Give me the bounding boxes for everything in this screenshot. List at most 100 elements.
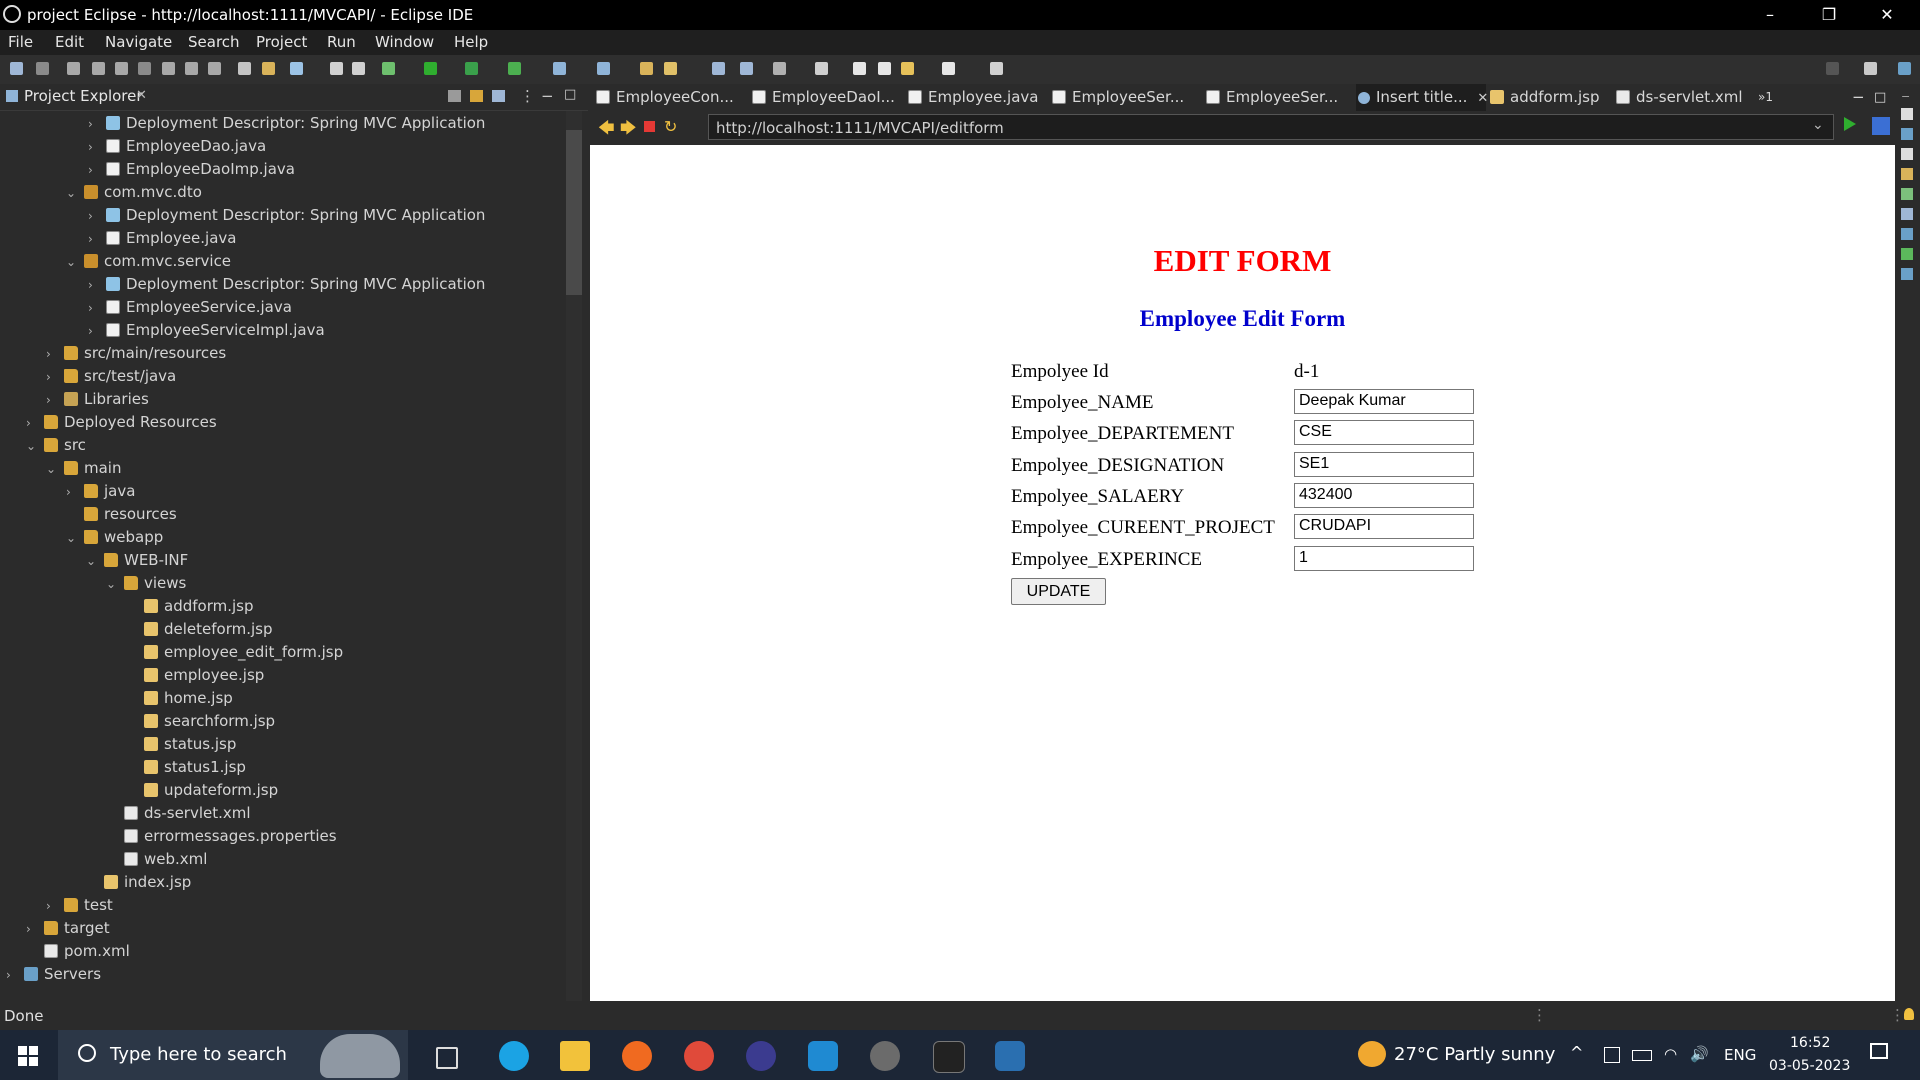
forward-arrow-icon[interactable]: 🡆 bbox=[620, 117, 637, 144]
menu-file[interactable]: File bbox=[8, 33, 33, 51]
minimize-button[interactable]: – bbox=[1747, 0, 1793, 30]
properties-view-icon[interactable] bbox=[1901, 148, 1913, 160]
tab-addform-jsp[interactable]: addform.jsp bbox=[1488, 84, 1608, 111]
restore-stack-icon[interactable] bbox=[1901, 108, 1913, 120]
tree-item[interactable]: pom.xml bbox=[26, 940, 130, 963]
refresh-icon[interactable]: ↻ bbox=[664, 117, 677, 136]
view-menu-icon[interactable]: ⋮ bbox=[520, 87, 535, 105]
menu-project[interactable]: Project bbox=[256, 33, 307, 51]
java-ee-perspective-icon[interactable] bbox=[1898, 62, 1911, 75]
url-dropdown-icon[interactable]: ⌄ bbox=[1812, 117, 1824, 133]
show-hidden-icons-icon[interactable]: ^ bbox=[1570, 1043, 1583, 1062]
url-input[interactable]: http://localhost:1111/MVCAPI/editform bbox=[708, 114, 1834, 140]
tree-item[interactable]: web.xml bbox=[106, 848, 207, 871]
minimize-stack-icon[interactable]: − bbox=[1901, 90, 1910, 103]
windows-start-icon[interactable] bbox=[18, 1046, 38, 1066]
meet-icon[interactable] bbox=[1604, 1047, 1620, 1063]
step-into-icon[interactable] bbox=[162, 62, 175, 75]
tree-item[interactable]: employee.jsp bbox=[126, 664, 264, 687]
workbench-icon[interactable] bbox=[995, 1041, 1025, 1071]
forward-icon[interactable] bbox=[942, 62, 955, 75]
more-tabs-button[interactable]: »1 bbox=[1758, 84, 1788, 111]
menu-run[interactable]: Run bbox=[327, 33, 356, 51]
clock-time[interactable]: 16:52 bbox=[1790, 1035, 1830, 1051]
suspend-icon[interactable] bbox=[92, 62, 105, 75]
external-tools-icon[interactable] bbox=[508, 62, 521, 75]
search-icon[interactable] bbox=[1826, 62, 1839, 75]
tab-employee-controller[interactable]: EmployeeCon... bbox=[594, 84, 744, 111]
tree-item[interactable]: › src/main/resources bbox=[46, 342, 226, 365]
tree-item[interactable]: › Deployment Descriptor: Spring MVC Appli… bbox=[88, 273, 485, 296]
tree-item[interactable]: updateform.jsp bbox=[126, 779, 278, 802]
snippets-view-icon[interactable] bbox=[1901, 208, 1913, 220]
maximize-editor-icon[interactable]: □ bbox=[1874, 84, 1888, 111]
coverage-icon[interactable] bbox=[465, 62, 478, 75]
new-window-icon[interactable] bbox=[10, 62, 23, 75]
tree-item[interactable]: › Deployment Descriptor: Spring MVC Appli… bbox=[88, 204, 485, 227]
weather-text[interactable]: 27°C Partly sunny bbox=[1394, 1044, 1555, 1065]
close-tab-icon[interactable]: ✕ bbox=[1477, 91, 1488, 106]
menu-window[interactable]: Window bbox=[375, 33, 434, 51]
tree-item[interactable]: ⌄ src bbox=[26, 434, 86, 457]
tab-employee-java[interactable]: Employee.java bbox=[906, 84, 1046, 111]
new-server-icon[interactable] bbox=[553, 62, 566, 75]
experience-input[interactable]: 1 bbox=[1294, 546, 1474, 571]
department-input[interactable]: CSE bbox=[1294, 420, 1474, 445]
tree-item[interactable]: home.jsp bbox=[126, 687, 233, 710]
disconnect-icon[interactable] bbox=[138, 62, 151, 75]
edit-pen-icon[interactable] bbox=[664, 62, 677, 75]
explorer-scrollbar-thumb[interactable] bbox=[566, 130, 582, 295]
volume-icon[interactable]: 🔊 bbox=[1690, 1045, 1709, 1063]
collapse-all-icon[interactable] bbox=[448, 90, 461, 102]
save-icon[interactable] bbox=[330, 62, 343, 75]
menu-navigate[interactable]: Navigate bbox=[105, 33, 172, 51]
notifications-icon[interactable] bbox=[1870, 1043, 1888, 1059]
tree-item[interactable]: ⌄ webapp bbox=[66, 526, 163, 549]
run-icon[interactable] bbox=[424, 62, 437, 75]
tree-item[interactable]: status1.jsp bbox=[126, 756, 246, 779]
weather-icon[interactable] bbox=[1358, 1041, 1386, 1067]
tree-item[interactable]: › src/test/java bbox=[46, 365, 176, 388]
tree-item[interactable]: › test bbox=[46, 894, 113, 917]
battery-icon[interactable] bbox=[1632, 1050, 1652, 1061]
tree-item[interactable]: ⌄ com.mvc.service bbox=[66, 250, 231, 273]
maximize-button[interactable]: ❐ bbox=[1806, 0, 1852, 30]
tree-item[interactable]: › Deployed Resources bbox=[26, 411, 217, 434]
problems-view-icon[interactable] bbox=[1901, 248, 1913, 260]
mysql-icon[interactable] bbox=[933, 1041, 965, 1073]
last-edit-icon[interactable] bbox=[853, 62, 866, 75]
clock-date[interactable]: 03-05-2023 bbox=[1769, 1058, 1850, 1074]
tree-item[interactable]: addform.jsp bbox=[126, 595, 253, 618]
chrome-icon[interactable] bbox=[684, 1041, 714, 1071]
tree-item[interactable]: › target bbox=[26, 917, 110, 940]
menu-search[interactable]: Search bbox=[188, 33, 240, 51]
markers-view-icon[interactable] bbox=[1901, 128, 1913, 140]
filter-icon[interactable] bbox=[492, 90, 505, 102]
vscode-icon[interactable] bbox=[808, 1041, 838, 1071]
open-type-icon[interactable] bbox=[262, 62, 275, 75]
tree-item[interactable]: employee_edit_form.jsp bbox=[126, 641, 343, 664]
minimize-view-icon[interactable]: − bbox=[541, 87, 554, 105]
open-task-icon[interactable] bbox=[740, 62, 753, 75]
save-all-icon[interactable] bbox=[352, 62, 365, 75]
back-arrow-icon[interactable]: 🡄 bbox=[598, 117, 615, 144]
tree-item[interactable]: status.jsp bbox=[126, 733, 236, 756]
stop-icon[interactable] bbox=[644, 121, 655, 132]
file-explorer-icon[interactable] bbox=[560, 1041, 590, 1071]
salary-input[interactable]: 432400 bbox=[1294, 483, 1474, 508]
use-step-filters-icon[interactable] bbox=[238, 62, 251, 75]
tree-item[interactable]: › Employee.java bbox=[88, 227, 237, 250]
maximize-view-icon[interactable]: □ bbox=[564, 87, 576, 102]
tree-item[interactable]: searchform.jsp bbox=[126, 710, 275, 733]
back-icon[interactable] bbox=[901, 62, 914, 75]
data-source-view-icon[interactable] bbox=[1901, 188, 1913, 200]
tree-item[interactable]: › Servers bbox=[6, 963, 101, 986]
next-annotation-icon[interactable] bbox=[815, 62, 828, 75]
tip-bulb-icon[interactable] bbox=[1904, 1008, 1914, 1020]
tree-item[interactable]: ⌄ views bbox=[106, 572, 186, 595]
browser-options-icon[interactable] bbox=[1872, 117, 1890, 135]
tree-item[interactable]: ⌄ WEB-INF bbox=[86, 549, 188, 572]
resume-icon[interactable] bbox=[67, 62, 80, 75]
taskbar-search-box[interactable]: Type here to search bbox=[58, 1030, 408, 1080]
open-folder-icon[interactable] bbox=[640, 62, 653, 75]
